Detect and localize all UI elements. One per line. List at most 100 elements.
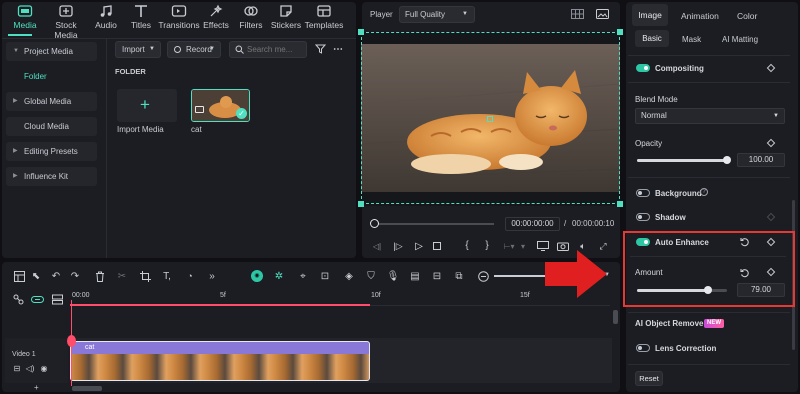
section-divider (628, 364, 790, 365)
more-tools-icon[interactable]: » (205, 269, 219, 283)
cut-icon[interactable]: ✂ (115, 269, 129, 283)
play-icon[interactable]: ▷ (412, 240, 426, 252)
filters-icon (244, 6, 258, 16)
subtab-basic[interactable]: Basic (635, 30, 669, 47)
reset-button[interactable]: Reset (635, 371, 663, 386)
text-icon[interactable]: T, (160, 269, 174, 283)
toolbar-templates[interactable]: Templates (302, 4, 346, 34)
scrubber-handle[interactable] (370, 219, 379, 228)
record-dropdown[interactable]: Record ▼ (167, 41, 221, 58)
toolbar-effects[interactable]: Effects (196, 4, 236, 34)
color-match-icon[interactable]: ◈ (342, 269, 356, 283)
transitions-icon (171, 5, 187, 17)
keyframe-icon[interactable]: ⊡ (318, 269, 332, 283)
effects-track-icon[interactable]: ⧉ (452, 269, 466, 283)
resize-handle[interactable] (617, 29, 623, 35)
import-media-tile[interactable]: + (117, 89, 177, 122)
resize-handle[interactable] (617, 201, 623, 207)
stop-icon[interactable] (432, 241, 442, 251)
delete-icon[interactable] (93, 269, 107, 283)
redo-icon[interactable]: ↷ (68, 269, 82, 283)
toolbar-filters[interactable]: Filters (231, 4, 271, 34)
more-icon[interactable]: ⋯ (331, 42, 345, 56)
player-scrubber[interactable] (374, 223, 494, 225)
ai-icon[interactable]: ◉ (250, 269, 264, 283)
compositing-label: Compositing (655, 64, 704, 73)
shield-icon[interactable]: ⛉ (364, 269, 378, 283)
toolbar-audio[interactable]: Audio (86, 4, 126, 34)
quality-dropdown[interactable]: Full Quality ▼ (399, 6, 475, 23)
sidebar-item-editing-presets[interactable]: ▶ Editing Presets (6, 142, 97, 161)
timeline-vertical-scrollbar[interactable] (613, 310, 618, 324)
resize-handle[interactable] (358, 201, 364, 207)
eye-icon[interactable]: ◉ (37, 361, 51, 375)
tab-animation[interactable]: Animation (681, 11, 719, 21)
split-icon[interactable]: ▾ (518, 240, 528, 252)
prev-frame-icon[interactable]: ◁| (370, 240, 384, 252)
sidebar-item-project-media[interactable]: ▼ Project Media (6, 42, 97, 61)
undo-icon[interactable]: ↶ (49, 269, 63, 283)
play-step-icon[interactable]: |▷ (391, 240, 405, 252)
playhead-handle[interactable] (67, 335, 76, 347)
clip-header: cat (71, 342, 369, 353)
import-dropdown[interactable]: Import ▼ (115, 41, 161, 58)
opacity-value[interactable]: 100.00 (737, 153, 785, 167)
caption-icon[interactable]: ⊟ (430, 269, 444, 283)
background-toggle[interactable] (636, 189, 650, 197)
grid-view-icon[interactable] (570, 8, 584, 20)
opacity-slider[interactable] (637, 156, 731, 164)
lens-correction-toggle[interactable] (636, 344, 650, 352)
folder-heading: FOLDER (115, 67, 146, 76)
filter-icon[interactable] (313, 42, 327, 56)
motion-track-icon[interactable]: ⌖ (296, 269, 310, 283)
microphone-icon[interactable]: 🎙︎ (386, 269, 400, 283)
crop-icon[interactable] (138, 269, 152, 283)
shadow-toggle[interactable] (636, 213, 650, 221)
search-box[interactable] (229, 41, 307, 58)
select-icon[interactable]: ⬉ (29, 269, 43, 283)
toolbar-stickers[interactable]: Stickers (266, 4, 306, 34)
track-manager-icon[interactable] (50, 292, 64, 306)
mute-icon[interactable]: ◁) (23, 361, 37, 375)
zoom-out-icon[interactable] (476, 269, 490, 283)
subtab-mask[interactable]: Mask (682, 35, 701, 44)
mark-out-icon[interactable]: } (482, 239, 492, 251)
snapshot-view-icon[interactable] (595, 8, 609, 20)
opacity-slider-thumb[interactable] (723, 156, 731, 164)
toolbar-transitions[interactable]: Transitions (157, 4, 201, 34)
center-anchor[interactable] (487, 116, 493, 122)
add-track-icon[interactable] (11, 292, 25, 306)
total-time: 00:00:00:10 (572, 219, 615, 228)
subtab-ai-matting[interactable]: AI Matting (722, 35, 758, 44)
info-icon[interactable]: ? (700, 188, 708, 196)
speed-icon[interactable]: ◔ (183, 269, 197, 283)
sidebar-item-label: Cloud Media (24, 122, 69, 131)
tab-color[interactable]: Color (737, 11, 757, 21)
sidebar-item-global-media[interactable]: ▶ Global Media (6, 92, 97, 111)
chevron-down-icon: ▼ (13, 48, 19, 54)
sidebar-item-cloud-media[interactable]: Cloud Media (6, 117, 97, 136)
media-clip-cat[interactable]: ✓ (191, 89, 250, 122)
magic-icon[interactable]: ✲ (272, 269, 286, 283)
sidebar-item-folder[interactable]: Folder (6, 67, 97, 86)
resize-handle[interactable] (358, 29, 364, 35)
tab-image[interactable]: Image (632, 4, 668, 26)
current-time: 00:00:00:00 (505, 217, 560, 231)
compositing-toggle[interactable] (636, 64, 650, 72)
chevron-down-icon: ▼ (149, 46, 155, 52)
toolbar-media[interactable]: Media (5, 4, 45, 34)
voiceover-icon[interactable]: ▤ (408, 269, 422, 283)
timeline-horizontal-scrollbar[interactable] (72, 386, 102, 391)
search-input[interactable] (247, 45, 302, 54)
search-icon (235, 45, 244, 54)
sidebar-item-influence-kit[interactable]: ▶ Influence Kit (6, 167, 97, 186)
toolbar-stock-media[interactable]: Stock Media (44, 4, 88, 40)
timeline-clip[interactable]: cat (70, 341, 370, 381)
marker-icon[interactable]: ⊢▾ (502, 240, 516, 252)
link-icon[interactable] (30, 292, 44, 306)
toolbar-titles[interactable]: Titles (121, 4, 161, 34)
blend-mode-select[interactable]: Normal ▼ (635, 108, 785, 124)
add-icon[interactable]: + (34, 383, 39, 392)
mark-in-icon[interactable]: { (462, 239, 472, 251)
layout-icon[interactable] (12, 269, 26, 283)
